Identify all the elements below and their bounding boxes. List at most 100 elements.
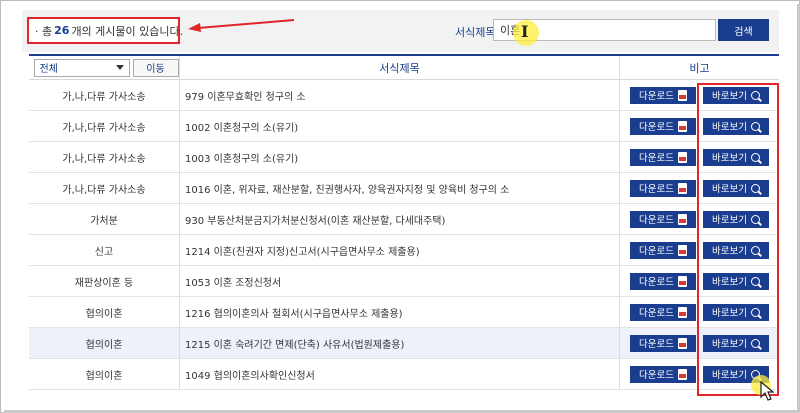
search-icon [750,90,760,100]
view-label: 바로보기 [712,339,747,350]
table-row: 가,나,다류 가사소송 979 이혼무효확인 청구의 소 다운로드 바로보기 [29,80,779,111]
search-icon [750,276,760,286]
file-icon [677,244,687,256]
row-title: 1002 이혼청구의 소(유기) [179,111,619,141]
row-actions: 다운로드 바로보기 [619,235,779,265]
table-row: 가,나,다류 가사소송 1003 이혼청구의 소(유기) 다운로드 바로보기 [29,142,779,173]
download-button[interactable]: 다운로드 [630,210,696,228]
category-select-value: 전체 [39,64,58,75]
row-category: 신고 [94,246,114,258]
row-title: 1216 협의이혼의사 철회서(시구읍면사무소 제출용) [179,297,619,327]
download-button[interactable]: 다운로드 [630,365,696,383]
row-actions: 다운로드 바로보기 [619,328,779,358]
post-count-suffix: 개의 게시물이 있습니다. [71,24,184,38]
category-filter-cell: 전체 이동 [29,56,179,79]
file-icon [677,120,687,132]
row-category: 가,나,다류 가사소송 [62,153,146,165]
view-button[interactable]: 바로보기 [703,303,769,321]
view-label: 바로보기 [712,122,747,133]
download-label: 다운로드 [639,122,674,133]
view-button[interactable]: 바로보기 [703,334,769,352]
view-button[interactable]: 바로보기 [703,148,769,166]
download-label: 다운로드 [639,91,674,102]
row-title: 1016 이혼, 위자료, 재산분할, 친권행사자, 양육권자지정 및 양육비 … [179,173,619,203]
row-title: 930 부동산처분금지가처분신청서(이혼 재산분할, 다세대주택) [179,204,619,234]
table-row: 협의이혼 1216 협의이혼의사 철회서(시구읍면사무소 제출용) 다운로드 바… [29,297,779,328]
file-icon [677,182,687,194]
view-label: 바로보기 [712,246,747,257]
table-header: 전체 이동 서식제목 비고 [29,56,779,80]
row-category: 협의이혼 [85,370,123,382]
download-label: 다운로드 [639,246,674,257]
view-label: 바로보기 [712,370,747,381]
row-category: 협의이혼 [85,308,123,320]
view-label: 바로보기 [712,215,747,226]
view-button[interactable]: 바로보기 [703,179,769,197]
table-row: 협의이혼 1049 협의이혼의사확인신청서 다운로드 바로보기 [29,359,779,390]
mouse-pointer-icon [760,381,774,401]
row-title: 1053 이혼 조정신청서 [179,266,619,296]
table-row-hovered: 협의이혼 1215 이혼 숙려기간 면제(단축) 사유서(법원제출용) 다운로드… [29,328,779,359]
row-title: 979 이혼무효확인 청구의 소 [179,80,619,110]
move-button[interactable]: 이동 [132,58,179,77]
post-count-prefix: · 총 [35,24,53,38]
search-icon [750,245,760,255]
file-icon [677,213,687,225]
row-category: 가,나,다류 가사소송 [62,91,146,103]
view-label: 바로보기 [712,277,747,288]
download-button[interactable]: 다운로드 [630,241,696,259]
download-button[interactable]: 다운로드 [630,86,696,104]
search-label: 서식제목 [455,26,496,39]
download-button[interactable]: 다운로드 [630,117,696,135]
forms-table: 전체 이동 서식제목 비고 가,나,다류 가사소송 979 이혼무효확인 청구의… [29,54,779,390]
header-title: 서식제목 [179,56,619,79]
view-label: 바로보기 [712,91,747,102]
table-row: 재판상이혼 등 1053 이혼 조정신청서 다운로드 바로보기 [29,266,779,297]
view-button[interactable]: 바로보기 [703,117,769,135]
view-button[interactable]: 바로보기 [703,272,769,290]
table-row: 신고 1214 이혼(친권자 지정)신고서(시구읍면사무소 제출용) 다운로드 … [29,235,779,266]
row-actions: 다운로드 바로보기 [619,142,779,172]
view-button[interactable]: 바로보기 [703,210,769,228]
row-actions: 다운로드 바로보기 [619,80,779,110]
table-row: 가,나,다류 가사소송 1002 이혼청구의 소(유기) 다운로드 바로보기 [29,111,779,142]
row-title: 1215 이혼 숙려기간 면제(단축) 사유서(법원제출용) [179,328,619,358]
file-icon [677,368,687,380]
download-button[interactable]: 다운로드 [630,148,696,166]
row-category: 가,나,다류 가사소송 [62,184,146,196]
download-button[interactable]: 다운로드 [630,272,696,290]
file-icon [677,275,687,287]
view-label: 바로보기 [712,184,747,195]
download-label: 다운로드 [639,215,674,226]
row-actions: 다운로드 바로보기 [619,173,779,203]
download-button[interactable]: 다운로드 [630,303,696,321]
search-icon [750,338,760,348]
search-icon [750,152,760,162]
download-label: 다운로드 [639,339,674,350]
search-icon [750,307,760,317]
file-icon [677,151,687,163]
file-icon [677,337,687,349]
view-button[interactable]: 바로보기 [703,86,769,104]
row-title: 1003 이혼청구의 소(유기) [179,142,619,172]
table-row: 가처분 930 부동산처분금지가처분신청서(이혼 재산분할, 다세대주택) 다운… [29,204,779,235]
row-actions: 다운로드 바로보기 [619,266,779,296]
view-button[interactable]: 바로보기 [703,241,769,259]
file-icon [677,306,687,318]
download-button[interactable]: 다운로드 [630,334,696,352]
download-label: 다운로드 [639,277,674,288]
row-actions: 다운로드 바로보기 [619,297,779,327]
download-label: 다운로드 [639,184,674,195]
table-row: 가,나,다류 가사소송 1016 이혼, 위자료, 재산분할, 친권행사자, 양… [29,173,779,204]
row-title: 1214 이혼(친권자 지정)신고서(시구읍면사무소 제출용) [179,235,619,265]
post-count-number: 26 [54,24,70,37]
row-actions: 다운로드 바로보기 [619,204,779,234]
file-icon [677,89,687,101]
header-note: 비고 [619,56,779,79]
search-button[interactable]: 검색 [718,19,769,41]
download-button[interactable]: 다운로드 [630,179,696,197]
row-category: 협의이혼 [85,339,123,351]
category-select[interactable]: 전체 [33,58,130,77]
download-label: 다운로드 [639,370,674,381]
annotation-arrow-icon [188,19,295,32]
